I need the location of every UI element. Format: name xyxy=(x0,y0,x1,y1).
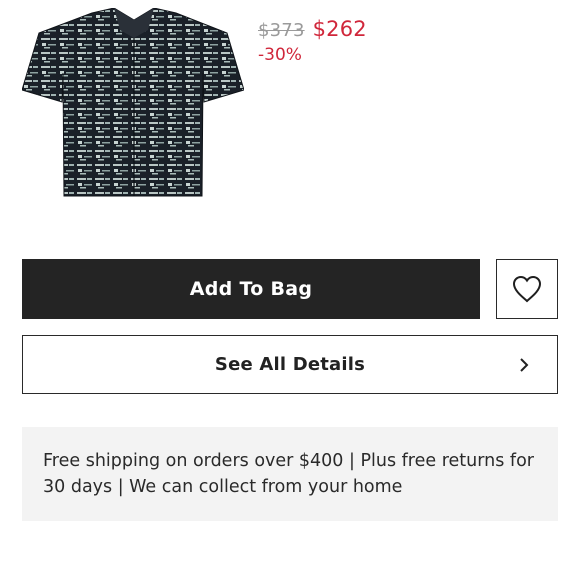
discount-label: -30% xyxy=(258,45,302,65)
shipping-info-text: Free shipping on orders over $400 | Plus… xyxy=(43,451,534,497)
price-row: $373 $262 xyxy=(258,17,367,41)
wishlist-button[interactable] xyxy=(496,259,558,319)
add-to-bag-label: Add To Bag xyxy=(189,278,313,300)
chevron-right-icon xyxy=(520,357,529,372)
product-image[interactable] xyxy=(21,7,245,200)
see-all-details-button[interactable]: See All Details xyxy=(22,335,558,394)
heart-icon xyxy=(512,275,542,303)
original-price: $373 xyxy=(258,20,305,41)
sale-price: $262 xyxy=(312,17,367,41)
add-to-bag-button[interactable]: Add To Bag xyxy=(22,259,480,319)
shipping-info-panel: Free shipping on orders over $400 | Plus… xyxy=(22,427,558,521)
price-block: $373 $262 -30% xyxy=(258,17,367,65)
see-all-details-label: See All Details xyxy=(214,354,366,375)
